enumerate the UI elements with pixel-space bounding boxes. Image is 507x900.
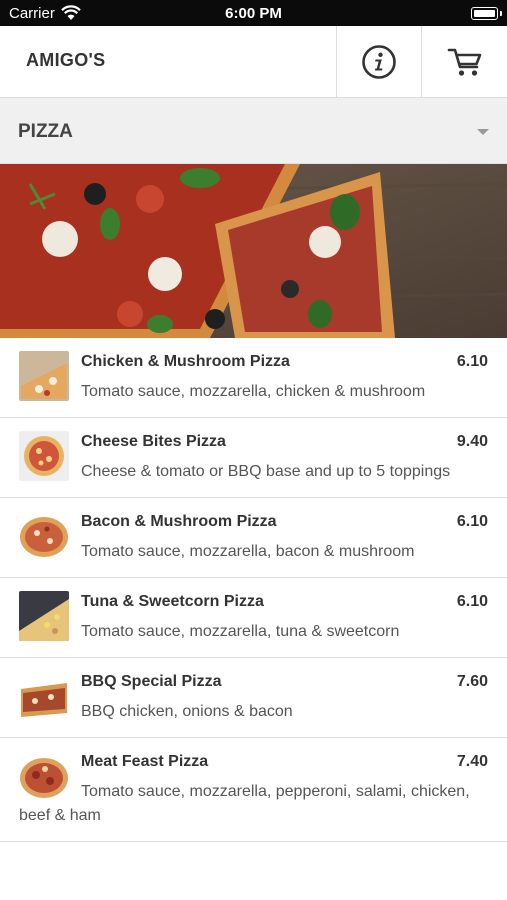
battery-icon xyxy=(471,7,502,20)
item-name: Bacon & Mushroom Pizza xyxy=(81,513,277,530)
info-button[interactable] xyxy=(336,26,421,98)
menu-item-bacon-mushroom-pizza[interactable]: Bacon & Mushroom Pizza 6.10 Tomato sauce… xyxy=(0,498,507,578)
info-icon xyxy=(362,45,396,79)
chicken-mushroom-pizza-thumbnail xyxy=(19,351,69,401)
item-description: Tomato sauce, mozzarella, bacon & mushro… xyxy=(81,543,415,560)
menu-list: Chicken & Mushroom Pizza 6.10 Tomato sau… xyxy=(0,338,507,842)
app-header: AMIGO'S xyxy=(0,26,507,98)
item-description: Tomato sauce, mozzarella, chicken & mush… xyxy=(81,383,426,400)
item-description: Tomato sauce, mozzarella, tuna & sweetco… xyxy=(81,623,400,640)
item-description: Cheese & tomato or BBQ base and up to 5 … xyxy=(81,463,451,480)
restaurant-title: AMIGO'S xyxy=(26,50,106,70)
category-label: PIZZA xyxy=(18,121,73,142)
item-price: 6.10 xyxy=(456,593,488,610)
menu-item-bbq-special-pizza[interactable]: BBQ Special Pizza 7.60 BBQ chicken, onio… xyxy=(0,658,507,738)
item-price: 6.10 xyxy=(456,513,488,530)
item-price: 7.60 xyxy=(456,673,488,690)
menu-item-cheese-bites-pizza[interactable]: Cheese Bites Pizza 9.40 Cheese & tomato … xyxy=(0,418,507,498)
menu-item-meat-feast-pizza[interactable]: Meat Feast Pizza 7.40 Tomato sauce, mozz… xyxy=(0,738,507,842)
chevron-down-icon xyxy=(477,129,489,135)
item-name: Meat Feast Pizza xyxy=(81,753,209,770)
status-bar: Carrier 6:00 PM xyxy=(0,0,507,26)
bbq-special-pizza-thumbnail xyxy=(19,671,69,721)
item-price: 7.40 xyxy=(456,753,488,770)
cart-button[interactable] xyxy=(421,26,507,98)
item-name: Cheese Bites Pizza xyxy=(81,433,226,450)
tuna-sweetcorn-pizza-thumbnail xyxy=(19,591,69,641)
menu-item-tuna-sweetcorn-pizza[interactable]: Tuna & Sweetcorn Pizza 6.10 Tomato sauce… xyxy=(0,578,507,658)
menu-item-chicken-mushroom-pizza[interactable]: Chicken & Mushroom Pizza 6.10 Tomato sau… xyxy=(0,338,507,418)
item-name: Chicken & Mushroom Pizza xyxy=(81,353,290,370)
clock: 6:00 PM xyxy=(225,5,282,22)
meat-feast-pizza-thumbnail xyxy=(19,751,69,801)
bacon-mushroom-pizza-thumbnail xyxy=(19,511,69,561)
item-name: BBQ Special Pizza xyxy=(81,673,222,690)
category-selector[interactable]: PIZZA xyxy=(0,98,507,164)
item-name: Tuna & Sweetcorn Pizza xyxy=(81,593,264,610)
item-description: BBQ chicken, onions & bacon xyxy=(81,703,293,720)
pizza-banner-image xyxy=(0,164,507,338)
cart-icon xyxy=(447,48,481,76)
item-price: 9.40 xyxy=(456,433,488,450)
item-description: Tomato sauce, mozzarella, pepperoni, sal… xyxy=(19,783,470,824)
cheese-bites-pizza-thumbnail xyxy=(19,431,69,481)
item-price: 6.10 xyxy=(456,353,488,370)
